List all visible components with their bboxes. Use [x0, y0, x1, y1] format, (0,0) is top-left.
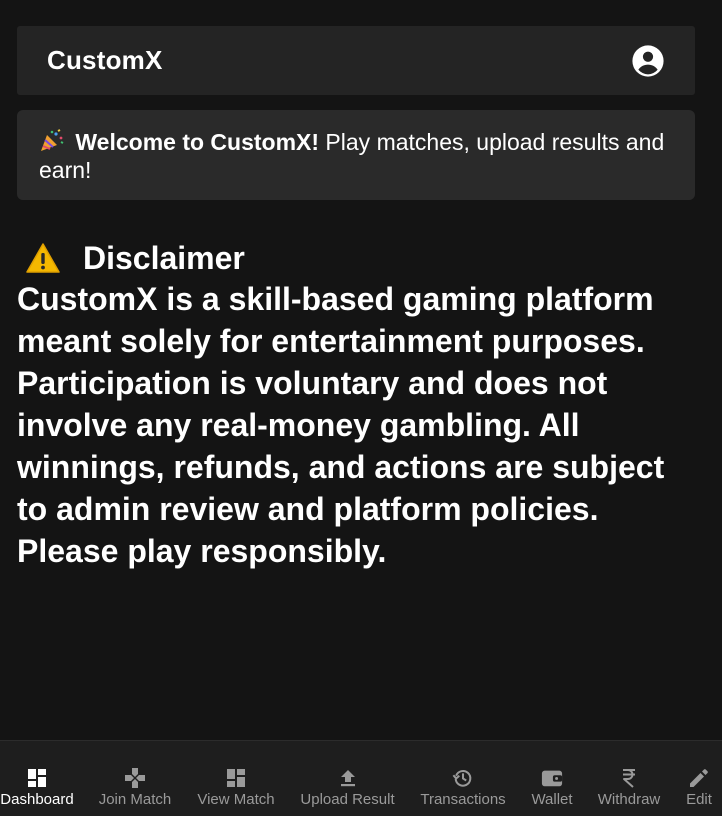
- rupee-icon: [618, 767, 640, 789]
- nav-label: Upload Result: [300, 791, 395, 808]
- nav-item-wallet[interactable]: Wallet: [526, 741, 578, 816]
- welcome-heading: Welcome to CustomX!: [75, 129, 320, 155]
- app-root: CustomX Welcome to CustomX! Play matches…: [0, 0, 722, 816]
- disclaimer-title-row: Disclaimer: [17, 238, 697, 278]
- party-popper-icon: [39, 128, 69, 156]
- nav-label: Dashboard: [0, 791, 74, 808]
- bottom-navigation: Dashboard Join Match View Match Upload R…: [0, 740, 722, 816]
- wallet-icon: [541, 767, 563, 789]
- nav-item-transactions[interactable]: Transactions: [417, 741, 509, 816]
- nav-label: Edit: [686, 791, 712, 808]
- grid-view-icon: [225, 767, 247, 789]
- pencil-icon: [688, 767, 710, 789]
- brand-title: CustomX: [47, 45, 163, 75]
- nav-label: View Match: [197, 791, 275, 808]
- nav-item-dashboard[interactable]: Dashboard: [0, 741, 74, 816]
- account-circle-icon[interactable]: [631, 44, 665, 78]
- welcome-banner: Welcome to CustomX! Play matches, upload…: [17, 110, 695, 200]
- upload-icon: [337, 767, 359, 789]
- nav-item-withdraw[interactable]: Withdraw: [594, 741, 664, 816]
- disclaimer-section: Disclaimer CustomX is a skill-based gami…: [17, 238, 697, 572]
- nav-item-view-match[interactable]: View Match: [194, 741, 278, 816]
- disclaimer-body: CustomX is a skill-based gaming platform…: [17, 281, 665, 569]
- nav-label: Transactions: [420, 791, 506, 808]
- nav-item-upload-result[interactable]: Upload Result: [297, 741, 398, 816]
- nav-label: Withdraw: [597, 791, 661, 808]
- disclaimer-title: Disclaimer: [83, 240, 245, 276]
- history-icon: [452, 767, 474, 789]
- dashboard-icon: [26, 767, 48, 789]
- nav-label: Join Match: [98, 791, 172, 808]
- app-header: CustomX: [17, 26, 695, 95]
- nav-item-join-match[interactable]: Join Match: [94, 741, 176, 816]
- gamepad-icon: [124, 767, 146, 789]
- nav-label: Wallet: [531, 791, 573, 808]
- warning-icon: [23, 240, 63, 276]
- nav-item-edit[interactable]: Edit: [682, 741, 716, 816]
